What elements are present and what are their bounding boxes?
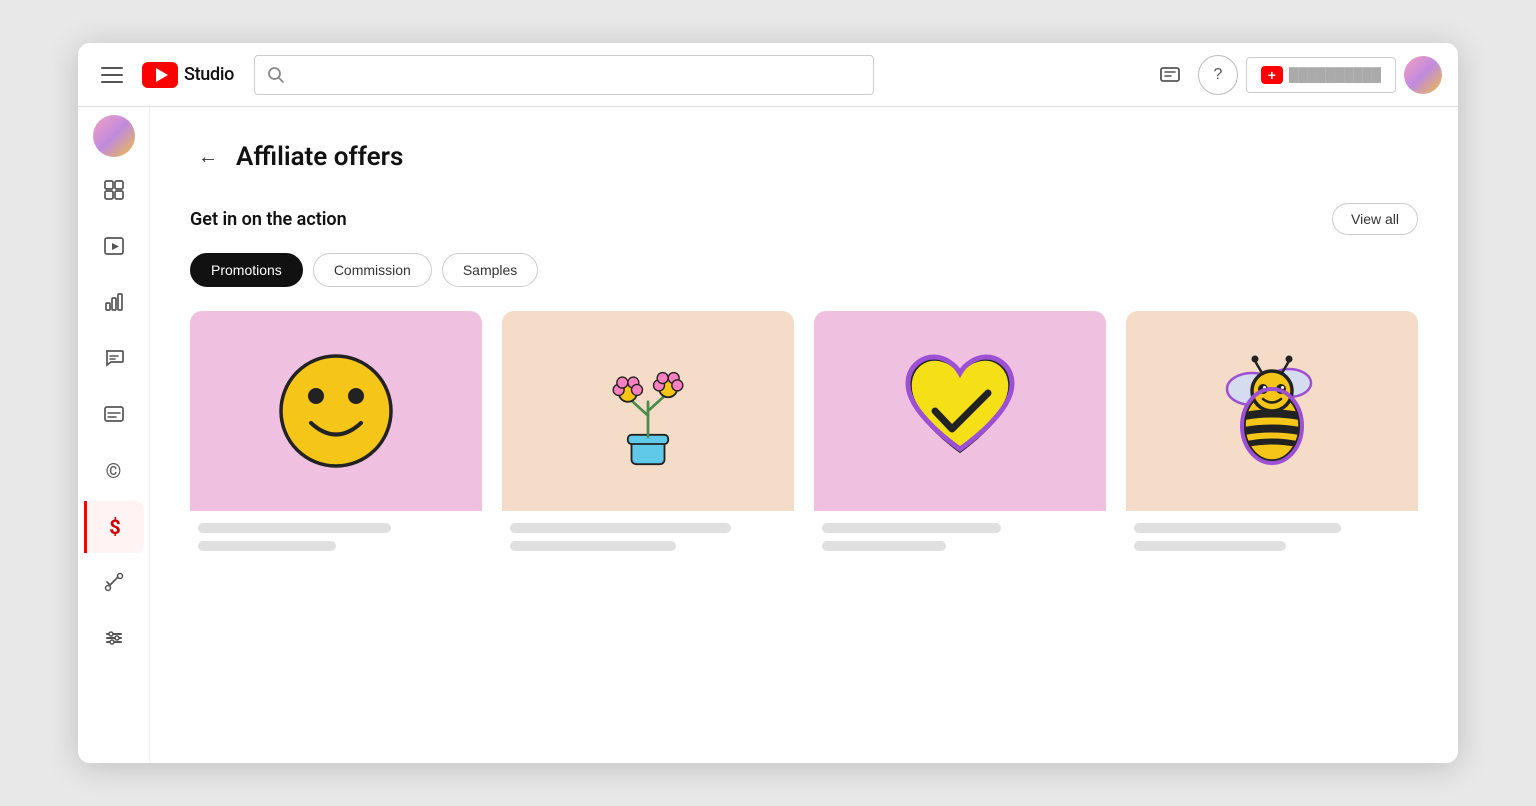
sidebar-item-dashboard[interactable] bbox=[84, 165, 144, 217]
view-all-button[interactable]: View all bbox=[1332, 203, 1418, 235]
customization-icon bbox=[103, 571, 125, 596]
card-3-footer bbox=[814, 511, 1106, 555]
help-button[interactable]: ? bbox=[1198, 55, 1238, 95]
smiley-sticker bbox=[271, 346, 401, 476]
tab-samples[interactable]: Samples bbox=[442, 253, 538, 287]
content-icon bbox=[103, 235, 125, 260]
studio-text: Studio bbox=[184, 64, 234, 85]
avatar[interactable] bbox=[1404, 56, 1442, 94]
sidebar-item-copyright[interactable]: © bbox=[84, 445, 144, 497]
card-2-bar-2 bbox=[510, 541, 676, 551]
youtube-icon bbox=[142, 62, 178, 88]
create-button-text: ██████████ bbox=[1289, 67, 1381, 82]
card-4-footer bbox=[1126, 511, 1418, 555]
settings-icon bbox=[103, 627, 125, 652]
monetization-icon: $ bbox=[109, 517, 120, 537]
create-button[interactable]: ██████████ bbox=[1246, 57, 1396, 93]
flower-sticker bbox=[583, 346, 713, 476]
sidebar-item-settings[interactable] bbox=[84, 613, 144, 665]
heart-check-sticker bbox=[895, 346, 1025, 476]
create-icon bbox=[1261, 66, 1283, 84]
card-3-bar-1 bbox=[822, 523, 1001, 533]
back-header: ← Affiliate offers bbox=[190, 139, 1418, 175]
page-title: Affiliate offers bbox=[236, 142, 403, 172]
sidebar-item-subtitles[interactable] bbox=[84, 389, 144, 441]
card-1[interactable] bbox=[190, 311, 482, 555]
sidebar-item-customization[interactable] bbox=[84, 557, 144, 609]
card-2[interactable] bbox=[502, 311, 794, 555]
messages-button[interactable] bbox=[1150, 55, 1190, 95]
card-1-image bbox=[190, 311, 482, 511]
dashboard-icon bbox=[103, 179, 125, 204]
sidebar-item-content[interactable] bbox=[84, 221, 144, 273]
logo[interactable]: Studio bbox=[142, 62, 234, 88]
search-bar bbox=[254, 55, 874, 95]
main-layout: © $ bbox=[78, 107, 1458, 763]
analytics-icon bbox=[103, 291, 125, 316]
card-4-bar-2 bbox=[1134, 541, 1286, 551]
sidebar-item-monetization[interactable]: $ bbox=[84, 501, 144, 553]
tab-commission[interactable]: Commission bbox=[313, 253, 432, 287]
sidebar: © $ bbox=[78, 107, 150, 763]
card-3[interactable] bbox=[814, 311, 1106, 555]
card-1-bar-1 bbox=[198, 523, 391, 533]
card-3-bar-2 bbox=[822, 541, 946, 551]
card-1-bar-2 bbox=[198, 541, 336, 551]
card-4[interactable] bbox=[1126, 311, 1418, 555]
sidebar-item-comments[interactable] bbox=[84, 333, 144, 385]
header: Studio ? ██████████ bbox=[78, 43, 1458, 107]
section-header: Get in on the action View all bbox=[190, 203, 1418, 235]
back-button[interactable]: ← bbox=[190, 139, 226, 175]
search-input[interactable] bbox=[293, 66, 861, 83]
bee-sticker bbox=[1207, 346, 1337, 476]
search-icon bbox=[267, 66, 285, 84]
header-actions: ? ██████████ bbox=[1150, 55, 1442, 95]
hamburger-button[interactable] bbox=[94, 57, 130, 93]
sidebar-avatar[interactable] bbox=[93, 115, 135, 157]
copyright-icon: © bbox=[106, 461, 122, 481]
card-4-image bbox=[1126, 311, 1418, 511]
tab-promotions[interactable]: Promotions bbox=[190, 253, 303, 287]
card-2-bar-1 bbox=[510, 523, 731, 533]
cards-grid bbox=[190, 311, 1418, 555]
card-2-image bbox=[502, 311, 794, 511]
section-title: Get in on the action bbox=[190, 209, 347, 230]
card-1-footer bbox=[190, 511, 482, 555]
sidebar-item-analytics[interactable] bbox=[84, 277, 144, 329]
card-3-image bbox=[814, 311, 1106, 511]
card-2-footer bbox=[502, 511, 794, 555]
tabs: Promotions Commission Samples bbox=[190, 253, 1418, 287]
subtitles-icon bbox=[103, 403, 125, 428]
card-4-bar-1 bbox=[1134, 523, 1341, 533]
comments-icon bbox=[103, 347, 125, 372]
content-area: ← Affiliate offers Get in on the action … bbox=[150, 107, 1458, 763]
